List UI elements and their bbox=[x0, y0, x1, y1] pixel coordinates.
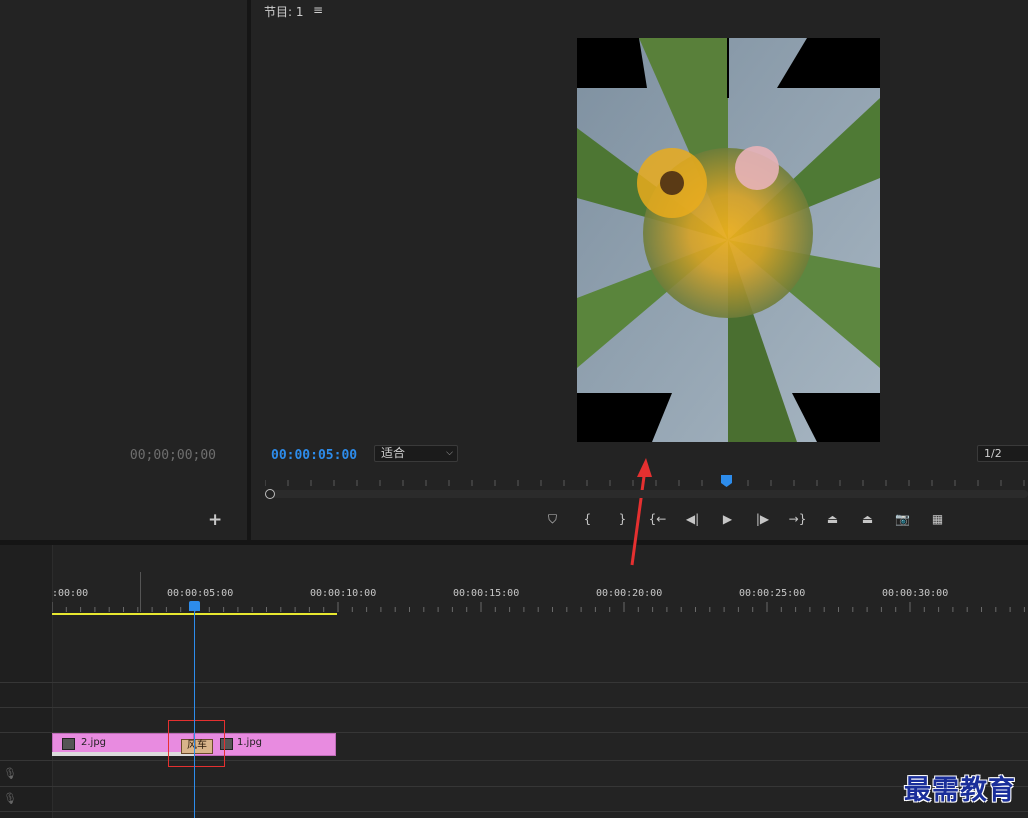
timeline-timestamp: :00:00 bbox=[52, 588, 89, 599]
timeline-timestamp: 00:00:30:00 bbox=[882, 588, 949, 599]
watermark-text: 最需教育 bbox=[904, 775, 1016, 806]
timeline-timestamp: 00:00:10:00 bbox=[310, 588, 377, 599]
mark-in-button[interactable]: { bbox=[570, 507, 605, 531]
add-button[interactable]: + bbox=[208, 510, 222, 530]
mark-out-button[interactable]: } bbox=[605, 507, 640, 531]
in-point-marker bbox=[140, 572, 141, 612]
track-divider bbox=[0, 682, 1028, 683]
track-divider bbox=[0, 707, 1028, 708]
program-ruler[interactable] bbox=[265, 476, 1028, 488]
play-button[interactable]: ▶ bbox=[710, 507, 745, 531]
zoom-fit-value: 适合 bbox=[381, 446, 406, 460]
annotation-box bbox=[168, 720, 225, 767]
step-forward-button[interactable]: |▶ bbox=[745, 507, 780, 531]
add-marker-button[interactable]: ⛉ bbox=[535, 507, 570, 531]
timeline-playhead[interactable] bbox=[189, 601, 200, 611]
go-to-out-button[interactable]: →} bbox=[780, 507, 815, 531]
program-playhead[interactable] bbox=[721, 475, 732, 487]
video-preview bbox=[577, 38, 880, 442]
compare-view-button[interactable]: ▦ bbox=[920, 507, 955, 531]
track-divider bbox=[0, 786, 1028, 787]
timeline-timestamp: 00:00:20:00 bbox=[596, 588, 663, 599]
timeline-playhead-line bbox=[194, 605, 195, 818]
chevron-down-icon: ⌵ bbox=[446, 448, 453, 458]
transport-controls: ⛉{} {← ◀| ▶ |▶ →} ⏏ ⏏ 📷 ▦ bbox=[535, 507, 955, 531]
mic-icon[interactable]: 🎙 bbox=[3, 767, 17, 780]
clip-name: 2.jpg bbox=[81, 737, 107, 748]
go-to-in-button[interactable]: {← bbox=[640, 507, 675, 531]
timeline-timestamp: 00:00:05:00 bbox=[167, 588, 234, 599]
mic-icon[interactable]: 🎙 bbox=[3, 792, 17, 805]
panel-menu-icon[interactable]: ≡ bbox=[313, 3, 323, 17]
program-scrubber[interactable] bbox=[265, 490, 1028, 498]
track-divider bbox=[0, 811, 1028, 812]
zoom-fit-select[interactable]: 适合 ⌵ bbox=[374, 445, 458, 462]
timeline-timestamp: 00:00:15:00 bbox=[453, 588, 520, 599]
scrubber-zoom-handle[interactable] bbox=[265, 489, 275, 499]
timeline-timestamp: 00:00:25:00 bbox=[739, 588, 806, 599]
resolution-select[interactable]: 1/2 bbox=[977, 445, 1028, 462]
lift-button[interactable]: ⏏ bbox=[815, 507, 850, 531]
source-timecode: 00;00;00;00 bbox=[129, 448, 216, 463]
extract-button[interactable]: ⏏ bbox=[850, 507, 885, 531]
resolution-value: 1/2 bbox=[984, 447, 1002, 460]
clip-name: 1.jpg bbox=[237, 737, 263, 748]
program-timecode[interactable]: 00:00:05:00 bbox=[271, 448, 357, 463]
export-frame-button[interactable]: 📷 bbox=[885, 507, 920, 531]
sunflower-left-seed bbox=[660, 171, 684, 195]
track-divider bbox=[0, 760, 1028, 761]
step-back-button[interactable]: ◀| bbox=[675, 507, 710, 531]
fx-badge-icon bbox=[62, 738, 75, 750]
program-title[interactable]: 节目: 1 bbox=[264, 3, 304, 20]
rose bbox=[735, 146, 779, 190]
